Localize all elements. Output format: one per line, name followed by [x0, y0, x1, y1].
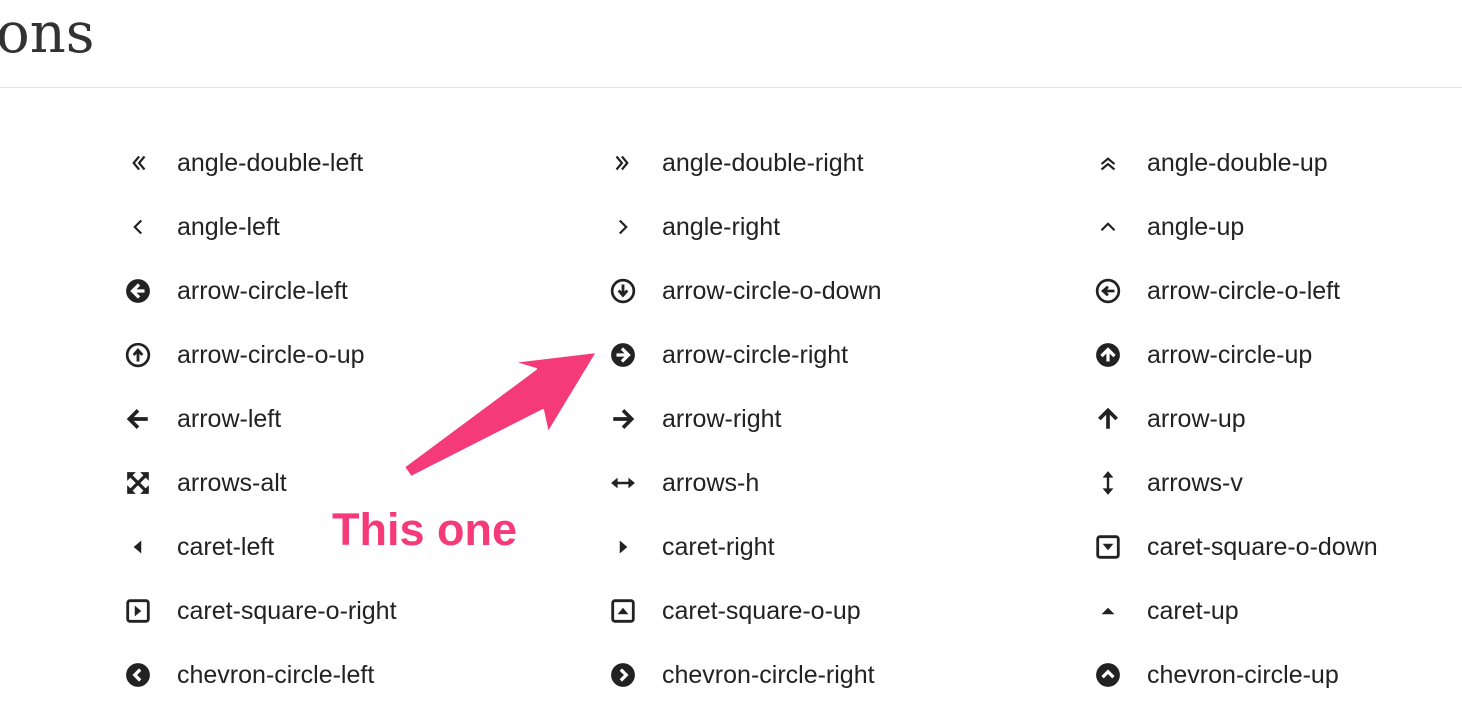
arrow-circle-o-down-icon — [609, 277, 637, 305]
icon-list-label: arrows-h — [662, 469, 760, 497]
chevron-circle-left-icon — [124, 661, 152, 689]
caret-square-o-right-icon — [124, 597, 152, 625]
arrow-circle-left-icon — [124, 277, 152, 305]
angle-double-up-icon — [1094, 149, 1122, 177]
arrow-left-icon — [124, 405, 152, 433]
icon-list-item[interactable]: caret-square-o-right — [124, 579, 497, 643]
icon-list-label: angle-left — [177, 213, 280, 241]
caret-up-icon — [1094, 597, 1122, 625]
icon-list-label: caret-up — [1147, 597, 1239, 625]
icon-list-item[interactable]: arrow-circle-o-down — [609, 259, 982, 323]
icon-list-label: caret-right — [662, 533, 775, 561]
icon-list-item[interactable]: angle-double-right — [609, 131, 982, 195]
icon-list-label: arrow-left — [177, 405, 282, 433]
arrow-circle-right-icon — [609, 341, 637, 369]
icon-list-label: chevron-circle-right — [662, 661, 875, 689]
arrow-circle-up-icon — [1094, 341, 1122, 369]
icon-list-item[interactable]: arrow-circle-left — [124, 259, 497, 323]
icon-list-label: chevron-circle-up — [1147, 661, 1339, 689]
chevron-circle-up-icon — [1094, 661, 1122, 689]
icon-list-label: caret-square-o-right — [177, 597, 397, 625]
icon-list-label: arrows-alt — [177, 469, 287, 497]
icon-list-item[interactable]: chevron-circle-right — [609, 643, 982, 706]
icon-list-label: arrow-circle-o-left — [1147, 277, 1341, 305]
icon-list-label: arrow-circle-right — [662, 341, 849, 369]
angle-right-icon — [609, 213, 637, 241]
icon-list-label: arrow-right — [662, 405, 782, 433]
icon-list-item[interactable]: caret-square-o-up — [609, 579, 982, 643]
angle-double-right-icon — [609, 149, 637, 177]
icon-list-item[interactable]: caret-right — [609, 515, 982, 579]
caret-right-icon — [609, 533, 637, 561]
icon-list-label: arrow-circle-left — [177, 277, 348, 305]
icon-list-item[interactable]: caret-up — [1094, 579, 1462, 643]
arrows-alt-icon — [124, 469, 152, 497]
arrows-h-icon — [609, 469, 637, 497]
icon-list-item[interactable]: angle-right — [609, 195, 982, 259]
icon-list-label: caret-left — [177, 533, 275, 561]
icon-list-label: angle-up — [1147, 213, 1245, 241]
arrows-v-icon — [1094, 469, 1122, 497]
icon-list-item[interactable]: arrows-v — [1094, 451, 1462, 515]
caret-square-o-up-icon — [609, 597, 637, 625]
icon-list-item[interactable]: arrow-circle-up — [1094, 323, 1462, 387]
icon-list-label: arrows-v — [1147, 469, 1243, 497]
icon-list-item[interactable]: arrow-up — [1094, 387, 1462, 451]
icon-list-label: chevron-circle-left — [177, 661, 375, 689]
icon-list-item[interactable]: chevron-circle-up — [1094, 643, 1462, 706]
icon-list-item[interactable]: arrow-right — [609, 387, 982, 451]
caret-square-o-down-icon — [1094, 533, 1122, 561]
icon-list-item[interactable]: chevron-circle-left — [124, 643, 497, 706]
arrow-circle-o-up-icon — [124, 341, 152, 369]
icon-list-item[interactable]: arrow-left — [124, 387, 497, 451]
icon-list-label: angle-double-left — [177, 149, 364, 177]
icon-list-item[interactable]: caret-square-o-down — [1094, 515, 1462, 579]
angle-double-left-icon — [124, 149, 152, 177]
icon-list-label: arrow-up — [1147, 405, 1246, 433]
icon-list-item[interactable]: arrow-circle-o-left — [1094, 259, 1462, 323]
icon-list-label: caret-square-o-down — [1147, 533, 1378, 561]
icon-list-item[interactable]: arrows-h — [609, 451, 982, 515]
arrow-circle-o-left-icon — [1094, 277, 1122, 305]
arrow-right-icon — [609, 405, 637, 433]
header-divider — [0, 87, 1462, 88]
caret-left-icon — [124, 533, 152, 561]
angle-up-icon — [1094, 213, 1122, 241]
icon-list-item[interactable]: arrow-circle-o-up — [124, 323, 497, 387]
icon-list-label: angle-double-up — [1147, 149, 1328, 177]
icon-list-label: angle-right — [662, 213, 781, 241]
page-title: ons — [0, 1, 95, 66]
icon-list-item[interactable]: angle-up — [1094, 195, 1462, 259]
icon-list-item[interactable]: arrow-circle-right — [609, 323, 982, 387]
icon-list-label: arrow-circle-up — [1147, 341, 1313, 369]
icon-list-item[interactable]: angle-left — [124, 195, 497, 259]
chevron-circle-right-icon — [609, 661, 637, 689]
icon-list-item[interactable]: angle-double-left — [124, 131, 497, 195]
icon-list-label: arrow-circle-o-up — [177, 341, 365, 369]
annotation-label: This one — [332, 504, 518, 555]
icon-list-label: caret-square-o-up — [662, 597, 861, 625]
icon-list-label: arrow-circle-o-down — [662, 277, 882, 305]
icon-list-label: angle-double-right — [662, 149, 864, 177]
arrow-up-icon — [1094, 405, 1122, 433]
angle-left-icon — [124, 213, 152, 241]
icon-list-item[interactable]: angle-double-up — [1094, 131, 1462, 195]
